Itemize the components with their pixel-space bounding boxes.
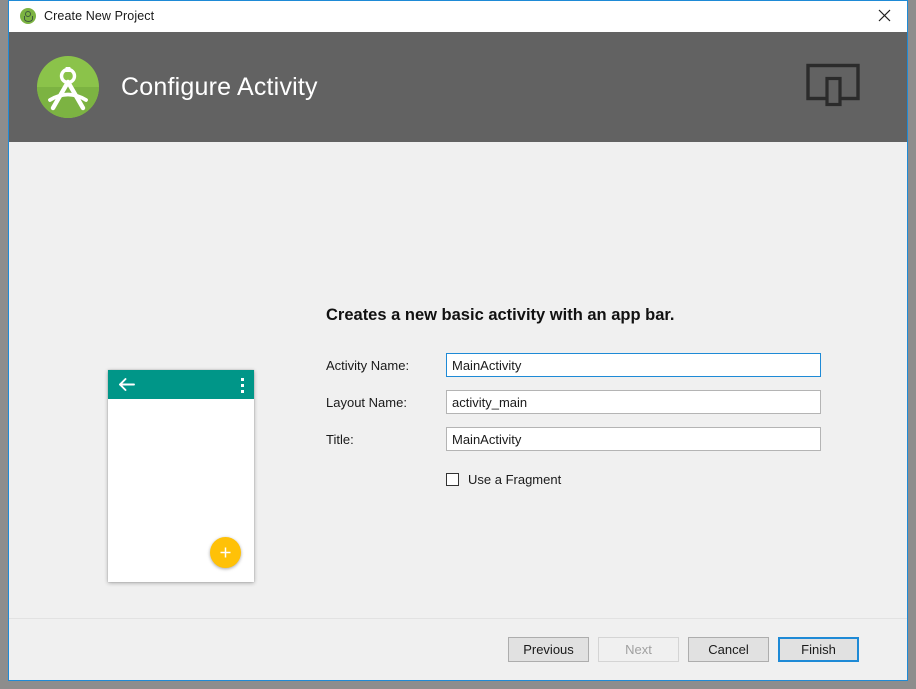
use-fragment-label: Use a Fragment — [468, 472, 561, 487]
activity-name-input[interactable] — [446, 353, 821, 377]
title-label: Title: — [326, 432, 446, 447]
layout-name-input[interactable] — [446, 390, 821, 414]
plus-icon — [219, 546, 232, 559]
dialog-body: Creates a new basic activity with an app… — [9, 142, 907, 618]
dialog-header: Configure Activity — [9, 32, 907, 142]
close-button[interactable] — [861, 1, 907, 30]
field-row-activity-name: Activity Name: — [326, 353, 821, 377]
android-studio-icon — [20, 8, 36, 24]
create-new-project-dialog: Create New Project Configure — [8, 0, 908, 681]
layout-name-label: Layout Name: — [326, 395, 446, 410]
arrow-back-icon — [118, 377, 135, 397]
field-row-title: Title: — [326, 427, 821, 451]
preview-app-bar — [108, 370, 254, 399]
more-vert-icon — [241, 378, 244, 393]
use-fragment-row[interactable]: Use a Fragment — [446, 472, 821, 487]
next-button: Next — [598, 637, 679, 662]
form-heading: Creates a new basic activity with an app… — [326, 306, 674, 325]
field-row-layout-name: Layout Name: — [326, 390, 821, 414]
title-input[interactable] — [446, 427, 821, 451]
activity-name-label: Activity Name: — [326, 358, 446, 373]
previous-button[interactable]: Previous — [508, 637, 589, 662]
cancel-button[interactable]: Cancel — [688, 637, 769, 662]
android-studio-compass-glyph — [37, 56, 99, 118]
basic-activity-preview — [108, 370, 254, 582]
use-fragment-checkbox[interactable] — [446, 473, 459, 486]
tablet-phone-form-factor-icon — [805, 63, 861, 112]
android-studio-logo — [37, 56, 99, 118]
title-bar: Create New Project — [9, 1, 907, 32]
preview-fab — [210, 537, 241, 568]
activity-form: Activity Name: Layout Name: Title: Use a… — [326, 353, 821, 487]
screen: Create New Project Configure — [0, 0, 916, 689]
finish-button[interactable]: Finish — [778, 637, 859, 662]
window-title: Create New Project — [44, 9, 154, 23]
page-title: Configure Activity — [121, 73, 318, 102]
dialog-footer: Previous Next Cancel Finish — [9, 618, 907, 680]
close-icon — [878, 9, 891, 22]
